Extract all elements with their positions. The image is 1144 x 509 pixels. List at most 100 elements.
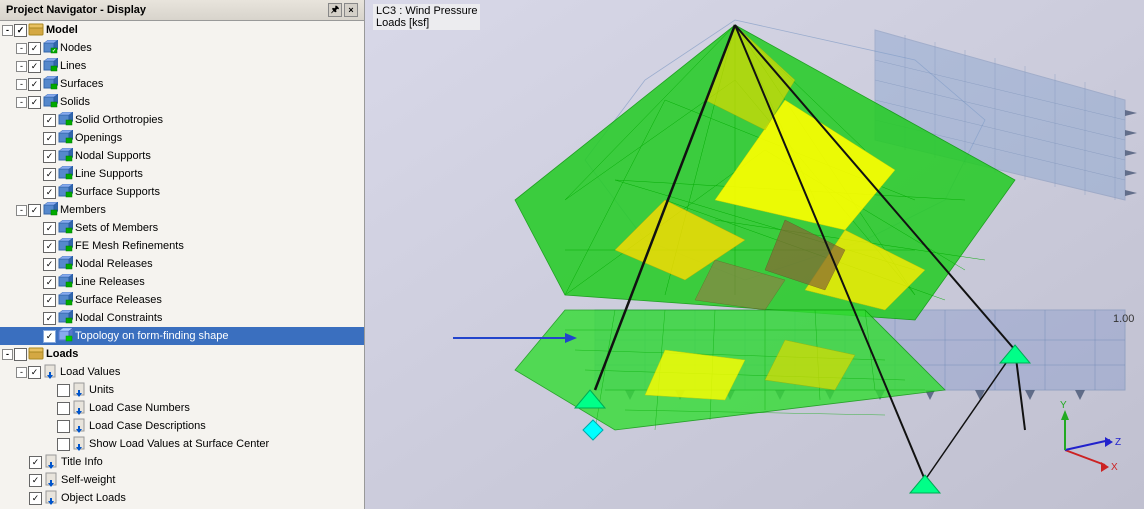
- checkbox-nodal-releases[interactable]: [43, 258, 56, 271]
- expand-loads-root[interactable]: -: [2, 349, 13, 360]
- checkbox-sets-members[interactable]: [43, 222, 56, 235]
- tree-item-openings[interactable]: Openings: [0, 129, 364, 147]
- tree-item-line-supports[interactable]: Line Supports: [0, 165, 364, 183]
- expand-load-values[interactable]: -: [16, 367, 27, 378]
- checkbox-load-values[interactable]: [28, 366, 41, 379]
- expand-nodes[interactable]: -: [16, 43, 27, 54]
- title-info-icon: [43, 454, 59, 470]
- checkbox-load-case-desc[interactable]: [57, 420, 70, 433]
- show-load-values-icon: [71, 436, 87, 452]
- nodal-constraints-label: Nodal Constraints: [75, 312, 162, 324]
- checkbox-title-info[interactable]: [29, 456, 42, 469]
- tree-item-sets-members[interactable]: Sets of Members: [0, 219, 364, 237]
- expand-load-case-numbers: [44, 402, 56, 414]
- close-button[interactable]: ×: [344, 3, 358, 17]
- expand-members[interactable]: -: [16, 205, 27, 216]
- tree-item-show-load-values[interactable]: Show Load Values at Surface Center: [0, 435, 364, 453]
- show-load-values-label: Show Load Values at Surface Center: [89, 438, 269, 450]
- tree-item-title-info[interactable]: Title Info: [0, 453, 364, 471]
- checkbox-load-case-numbers[interactable]: [57, 402, 70, 415]
- sets-members-icon: [57, 220, 73, 236]
- checkbox-model[interactable]: [14, 24, 27, 37]
- surface-supports-icon: [57, 184, 73, 200]
- checkbox-self-weight[interactable]: [29, 474, 42, 487]
- tree-item-load-values[interactable]: - Load Values: [0, 363, 364, 381]
- tree-item-model[interactable]: - Model: [0, 21, 364, 39]
- tree-container[interactable]: - Model - ✓: [0, 21, 364, 509]
- surface-supports-label: Surface Supports: [75, 186, 160, 198]
- tree-item-fe-mesh[interactable]: FE Mesh Refinements: [0, 237, 364, 255]
- tree-item-members[interactable]: - Members: [0, 201, 364, 219]
- tree-item-line-releases[interactable]: Line Releases: [0, 273, 364, 291]
- checkbox-lines[interactable]: [28, 60, 41, 73]
- units-label: Units: [89, 384, 114, 396]
- object-loads-label: Object Loads: [61, 492, 126, 504]
- load-case-desc-icon: [71, 418, 87, 434]
- expand-solid-ortho: [30, 114, 42, 126]
- viewport-label: LC3 : Wind Pressure Loads [ksf]: [373, 4, 480, 30]
- checkbox-topology[interactable]: [43, 330, 56, 343]
- checkbox-solids[interactable]: [28, 96, 41, 109]
- tree-item-nodal-releases[interactable]: Nodal Releases: [0, 255, 364, 273]
- viewport-label-line2: Loads [ksf]: [376, 17, 429, 29]
- topology-icon: [57, 328, 73, 344]
- checkbox-fe-mesh[interactable]: [43, 240, 56, 253]
- model-icon: [28, 22, 44, 38]
- expand-solids[interactable]: -: [16, 97, 27, 108]
- tree-item-topology[interactable]: Topology on form-finding shape: [0, 327, 364, 345]
- checkbox-loads-root[interactable]: [14, 348, 27, 361]
- panel-header: Project Navigator - Display 🖈 ×: [0, 0, 364, 21]
- sets-members-label: Sets of Members: [75, 222, 158, 234]
- expand-sets-members: [30, 222, 42, 234]
- checkbox-object-loads[interactable]: [29, 492, 42, 505]
- tree-item-nodal-supports[interactable]: Nodal Supports: [0, 147, 364, 165]
- tree-item-nodal-constraints[interactable]: Nodal Constraints: [0, 309, 364, 327]
- tree-item-load-case-numbers[interactable]: Load Case Numbers: [0, 399, 364, 417]
- panel-title: Project Navigator - Display: [6, 4, 146, 16]
- expand-line-releases: [30, 276, 42, 288]
- tree-item-surfaces[interactable]: - Surfaces: [0, 75, 364, 93]
- checkbox-show-load-values[interactable]: [57, 438, 70, 451]
- checkbox-surface-supports[interactable]: [43, 186, 56, 199]
- viewport-3d[interactable]: LC3 : Wind Pressure Loads [ksf]: [365, 0, 1144, 509]
- tree-item-surface-releases[interactable]: Surface Releases: [0, 291, 364, 309]
- tree-item-object-loads[interactable]: Object Loads: [0, 489, 364, 507]
- load-case-numbers-icon: [71, 400, 87, 416]
- checkbox-surfaces[interactable]: [28, 78, 41, 91]
- tree-item-units[interactable]: Units: [0, 381, 364, 399]
- checkbox-openings[interactable]: [43, 132, 56, 145]
- svg-text:✓: ✓: [52, 48, 56, 54]
- pin-button[interactable]: 🖈: [328, 3, 342, 17]
- checkbox-nodes[interactable]: [28, 42, 41, 55]
- viewport-label-line1: LC3 : Wind Pressure: [376, 5, 477, 17]
- expand-model[interactable]: -: [2, 25, 13, 36]
- expand-lines[interactable]: -: [16, 61, 27, 72]
- checkbox-line-releases[interactable]: [43, 276, 56, 289]
- solid-ortho-icon: [57, 112, 73, 128]
- expand-surfaces[interactable]: -: [16, 79, 27, 90]
- expand-line-supports: [30, 168, 42, 180]
- checkbox-line-supports[interactable]: [43, 168, 56, 181]
- expand-nodal-releases: [30, 258, 42, 270]
- tree-item-load-case-desc[interactable]: Load Case Descriptions: [0, 417, 364, 435]
- fe-mesh-icon: [57, 238, 73, 254]
- tree-item-self-weight[interactable]: Self-weight: [0, 471, 364, 489]
- checkbox-surface-releases[interactable]: [43, 294, 56, 307]
- nodal-supports-icon: [57, 148, 73, 164]
- checkbox-units[interactable]: [57, 384, 70, 397]
- loads-root-icon: [28, 346, 44, 362]
- expand-fe-mesh: [30, 240, 42, 252]
- expand-object-loads: [16, 492, 28, 504]
- tree-item-solids[interactable]: - Solids: [0, 93, 364, 111]
- checkbox-nodal-constraints[interactable]: [43, 312, 56, 325]
- tree-item-nodes[interactable]: - ✓ Nodes: [0, 39, 364, 57]
- tree-item-surface-supports[interactable]: Surface Supports: [0, 183, 364, 201]
- checkbox-members[interactable]: [28, 204, 41, 217]
- expand-load-case-desc: [44, 420, 56, 432]
- tree-item-solid-ortho[interactable]: Solid Orthotropies: [0, 111, 364, 129]
- tree-item-lines[interactable]: - Lines: [0, 57, 364, 75]
- tree-item-loads-root[interactable]: - Loads: [0, 345, 364, 363]
- checkbox-nodal-supports[interactable]: [43, 150, 56, 163]
- checkbox-solid-ortho[interactable]: [43, 114, 56, 127]
- nodal-releases-icon: [57, 256, 73, 272]
